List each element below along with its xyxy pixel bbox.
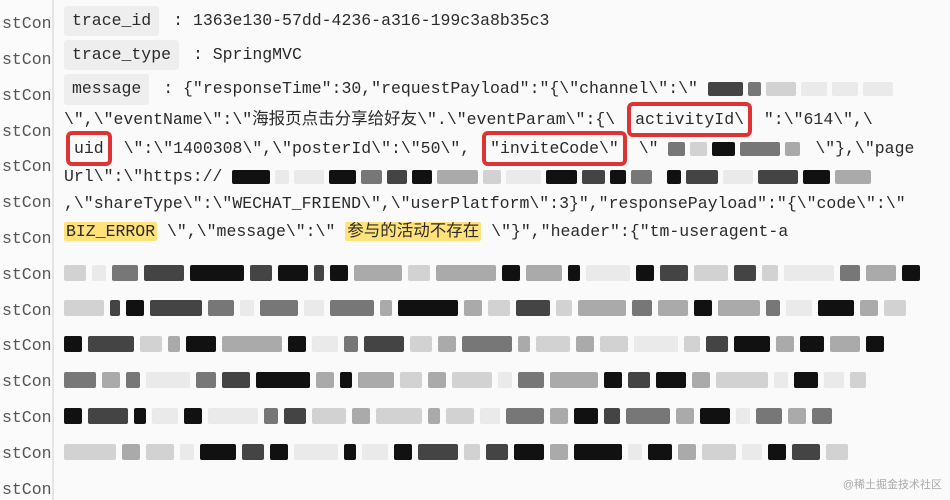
trace-type-value: SpringMVC (213, 45, 302, 64)
gutter-label: stCon (0, 328, 52, 364)
gutter-label: stCon (0, 292, 52, 328)
gutter-label: stCon (0, 436, 52, 472)
gutter-label: stCon (0, 471, 52, 500)
redacted-line (64, 362, 936, 398)
redacted-line (64, 291, 936, 327)
gutter-label: stCon (0, 113, 52, 149)
message-row: message : {"responseTime":30,"requestPay… (64, 74, 924, 244)
highlight-uid: uid (66, 131, 112, 166)
msg-seg3: ,\"shareType\":\"WECHAT_FRIEND\",\"userP… (64, 194, 906, 213)
gutter-label: stCon (0, 257, 52, 293)
redacted-line (64, 398, 936, 434)
trace-id-key: trace_id (64, 6, 159, 36)
msg-seg1a: \",\"eventName\":\"海报页点击分享给好友\".\"eventP… (64, 110, 615, 129)
gutter-label: stCon (0, 400, 52, 436)
msg-pre: {"responseTime":30,"requestPayload":"{\"… (183, 79, 708, 98)
colon: : (163, 79, 183, 98)
highlight-activityid: activityId\ (627, 102, 752, 137)
redacted-line (64, 326, 936, 362)
redacted-line (64, 255, 936, 291)
colon: : (173, 11, 193, 30)
redacted-line (64, 434, 936, 470)
log-pane: trace_id : 1363e130-57dd-4236-a316-199c3… (54, 0, 950, 500)
highlight-biz-error: BIZ_ERROR (64, 222, 157, 241)
highlight-invitecode: "inviteCode\" (482, 131, 627, 166)
gutter-label: stCon (0, 185, 52, 221)
redacted-rows (64, 255, 936, 470)
gutter-label: stCon (0, 364, 52, 400)
gutter-label: stCon (0, 78, 52, 114)
trace-id-row: trace_id : 1363e130-57dd-4236-a316-199c3… (64, 6, 936, 36)
line-gutter: stConstConstConstConstConstConstConstCon… (0, 0, 54, 500)
msg-seg4: \",\"message\":\" (167, 222, 335, 241)
gutter-label: stCon (0, 6, 52, 42)
highlight-err-message: 参与的活动不存在 (345, 222, 481, 241)
msg-seg2b: \" (639, 139, 669, 158)
msg-seg2a: \":\"1400308\",\"posterId\":\"50\", (124, 139, 480, 158)
trace-type-row: trace_type : SpringMVC (64, 40, 936, 70)
msg-seg5: \"}","header":{"tm-useragent-a (491, 222, 788, 241)
gutter-label: stCon (0, 221, 52, 257)
gutter-label: stCon (0, 42, 52, 78)
gutter-label: stCon (0, 149, 52, 185)
watermark: @稀土掘金技术社区 (843, 476, 942, 494)
trace-type-key: trace_type (64, 40, 179, 70)
colon: : (193, 45, 213, 64)
message-key: message (64, 74, 149, 104)
trace-id-value: 1363e130-57dd-4236-a316-199c3a8b35c3 (193, 11, 549, 30)
msg-seg1b: ":\"614\",\ (764, 110, 873, 129)
